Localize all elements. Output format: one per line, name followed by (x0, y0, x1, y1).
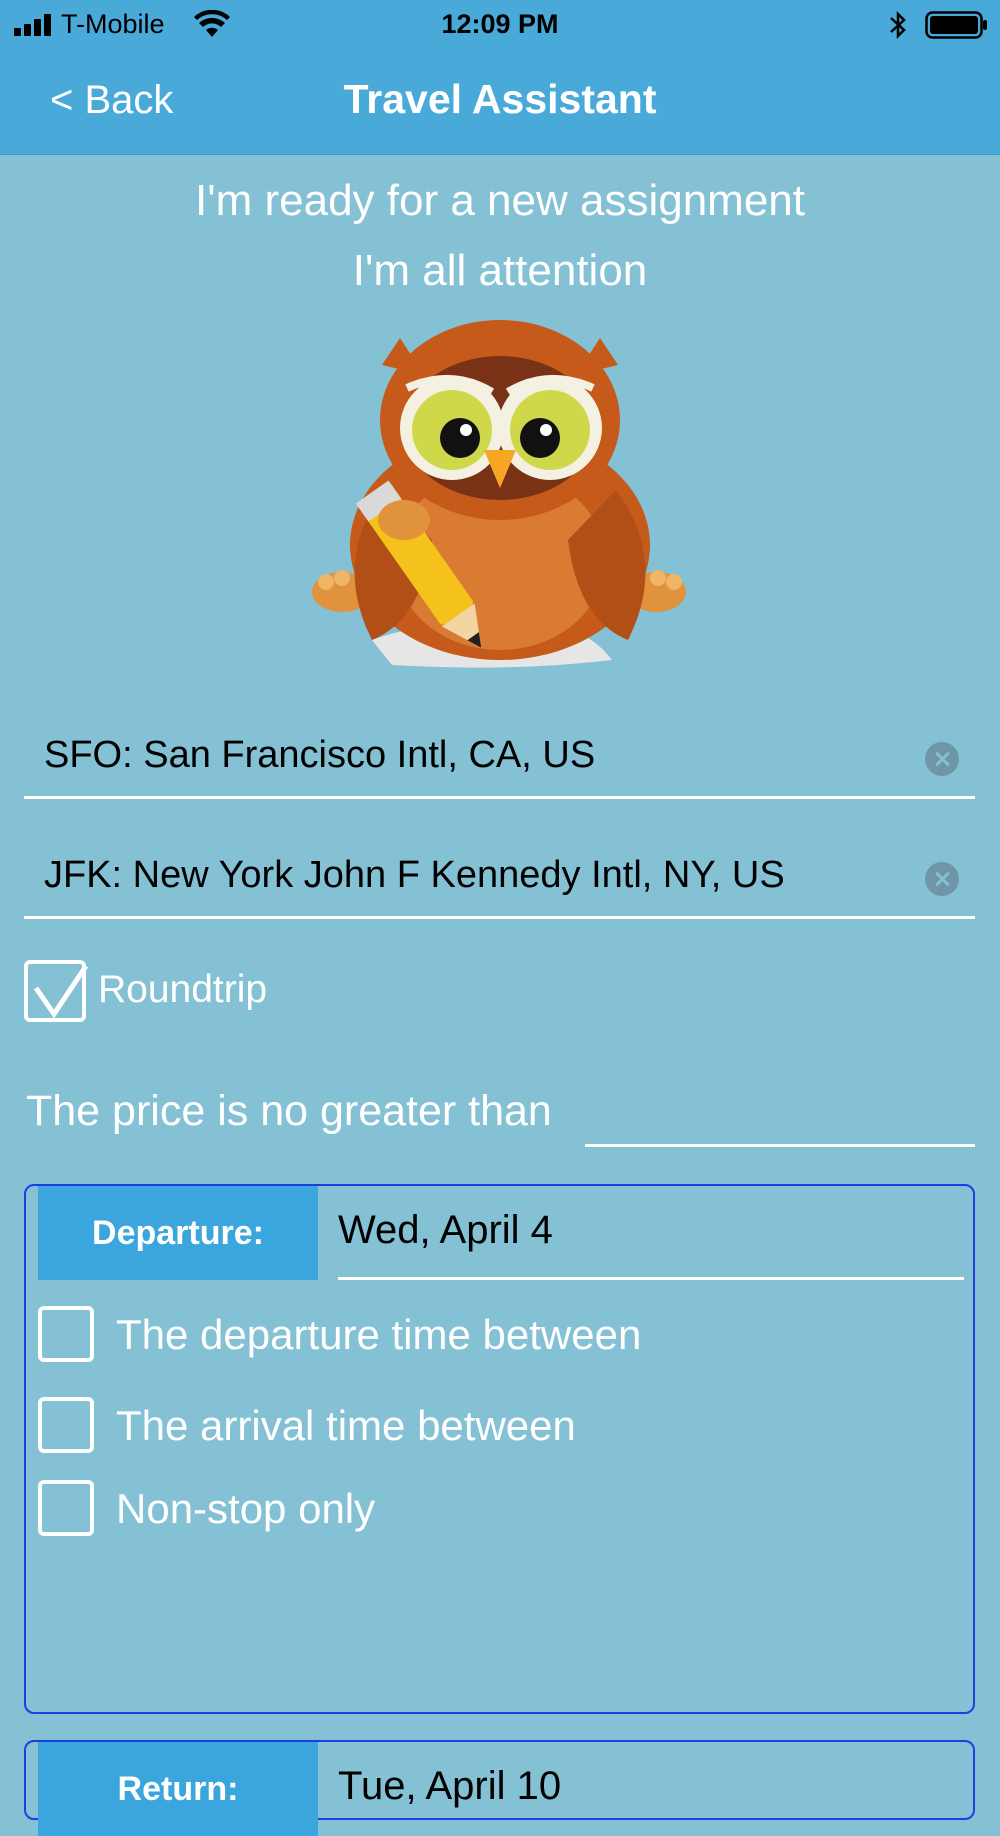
roundtrip-checkbox[interactable] (24, 960, 89, 1022)
status-bar: T-Mobile 12:09 PM (0, 0, 1000, 50)
non-stop-label: Non-stop only (116, 1485, 376, 1532)
return-date-field[interactable]: Tue, April 10 (338, 1764, 561, 1809)
departure-date-underline (338, 1277, 964, 1280)
departure-panel: Departure: Wed, April 4 The departure ti… (24, 1184, 975, 1714)
owl-mascot-illustration (312, 320, 686, 668)
price-limit-input[interactable] (585, 1144, 975, 1147)
assistant-submessage: I'm all attention (352, 246, 648, 295)
roundtrip-label: Roundtrip (98, 968, 268, 1011)
origin-airport-field[interactable]: SFO: San Francisco Intl, CA, US (24, 712, 975, 799)
destination-airport-field[interactable]: JFK: New York John F Kennedy Intl, NY, U… (24, 832, 975, 919)
arrival-time-checkbox[interactable] (38, 1397, 94, 1453)
price-limit-label: The price is no greater than (26, 1087, 552, 1135)
bluetooth-icon (890, 10, 906, 40)
page-title: Travel Assistant (343, 76, 657, 122)
departure-time-label: The departure time between (116, 1311, 642, 1358)
arrival-time-label: The arrival time between (116, 1402, 576, 1449)
battery-icon (925, 11, 987, 39)
departure-tag: Departure: (38, 1186, 318, 1280)
clear-destination-icon[interactable] (925, 862, 959, 896)
return-tag: Return: (38, 1742, 318, 1836)
status-time: 12:09 PM (441, 9, 559, 39)
nav-header: T-Mobile 12:09 PM < Back Travel Assistan… (0, 0, 1000, 155)
departure-time-checkbox[interactable] (38, 1306, 94, 1362)
non-stop-checkbox[interactable] (38, 1480, 94, 1536)
destination-airport-value[interactable]: JFK: New York John F Kennedy Intl, NY, U… (44, 854, 785, 897)
departure-date-field[interactable]: Wed, April 4 (338, 1208, 553, 1253)
origin-airport-value[interactable]: SFO: San Francisco Intl, CA, US (44, 734, 595, 777)
return-panel: Return: Tue, April 10 (24, 1740, 975, 1836)
clear-origin-icon[interactable] (925, 742, 959, 776)
checkmark-icon (33, 964, 89, 1019)
assistant-message: I'm ready for a new assignment (194, 176, 805, 225)
